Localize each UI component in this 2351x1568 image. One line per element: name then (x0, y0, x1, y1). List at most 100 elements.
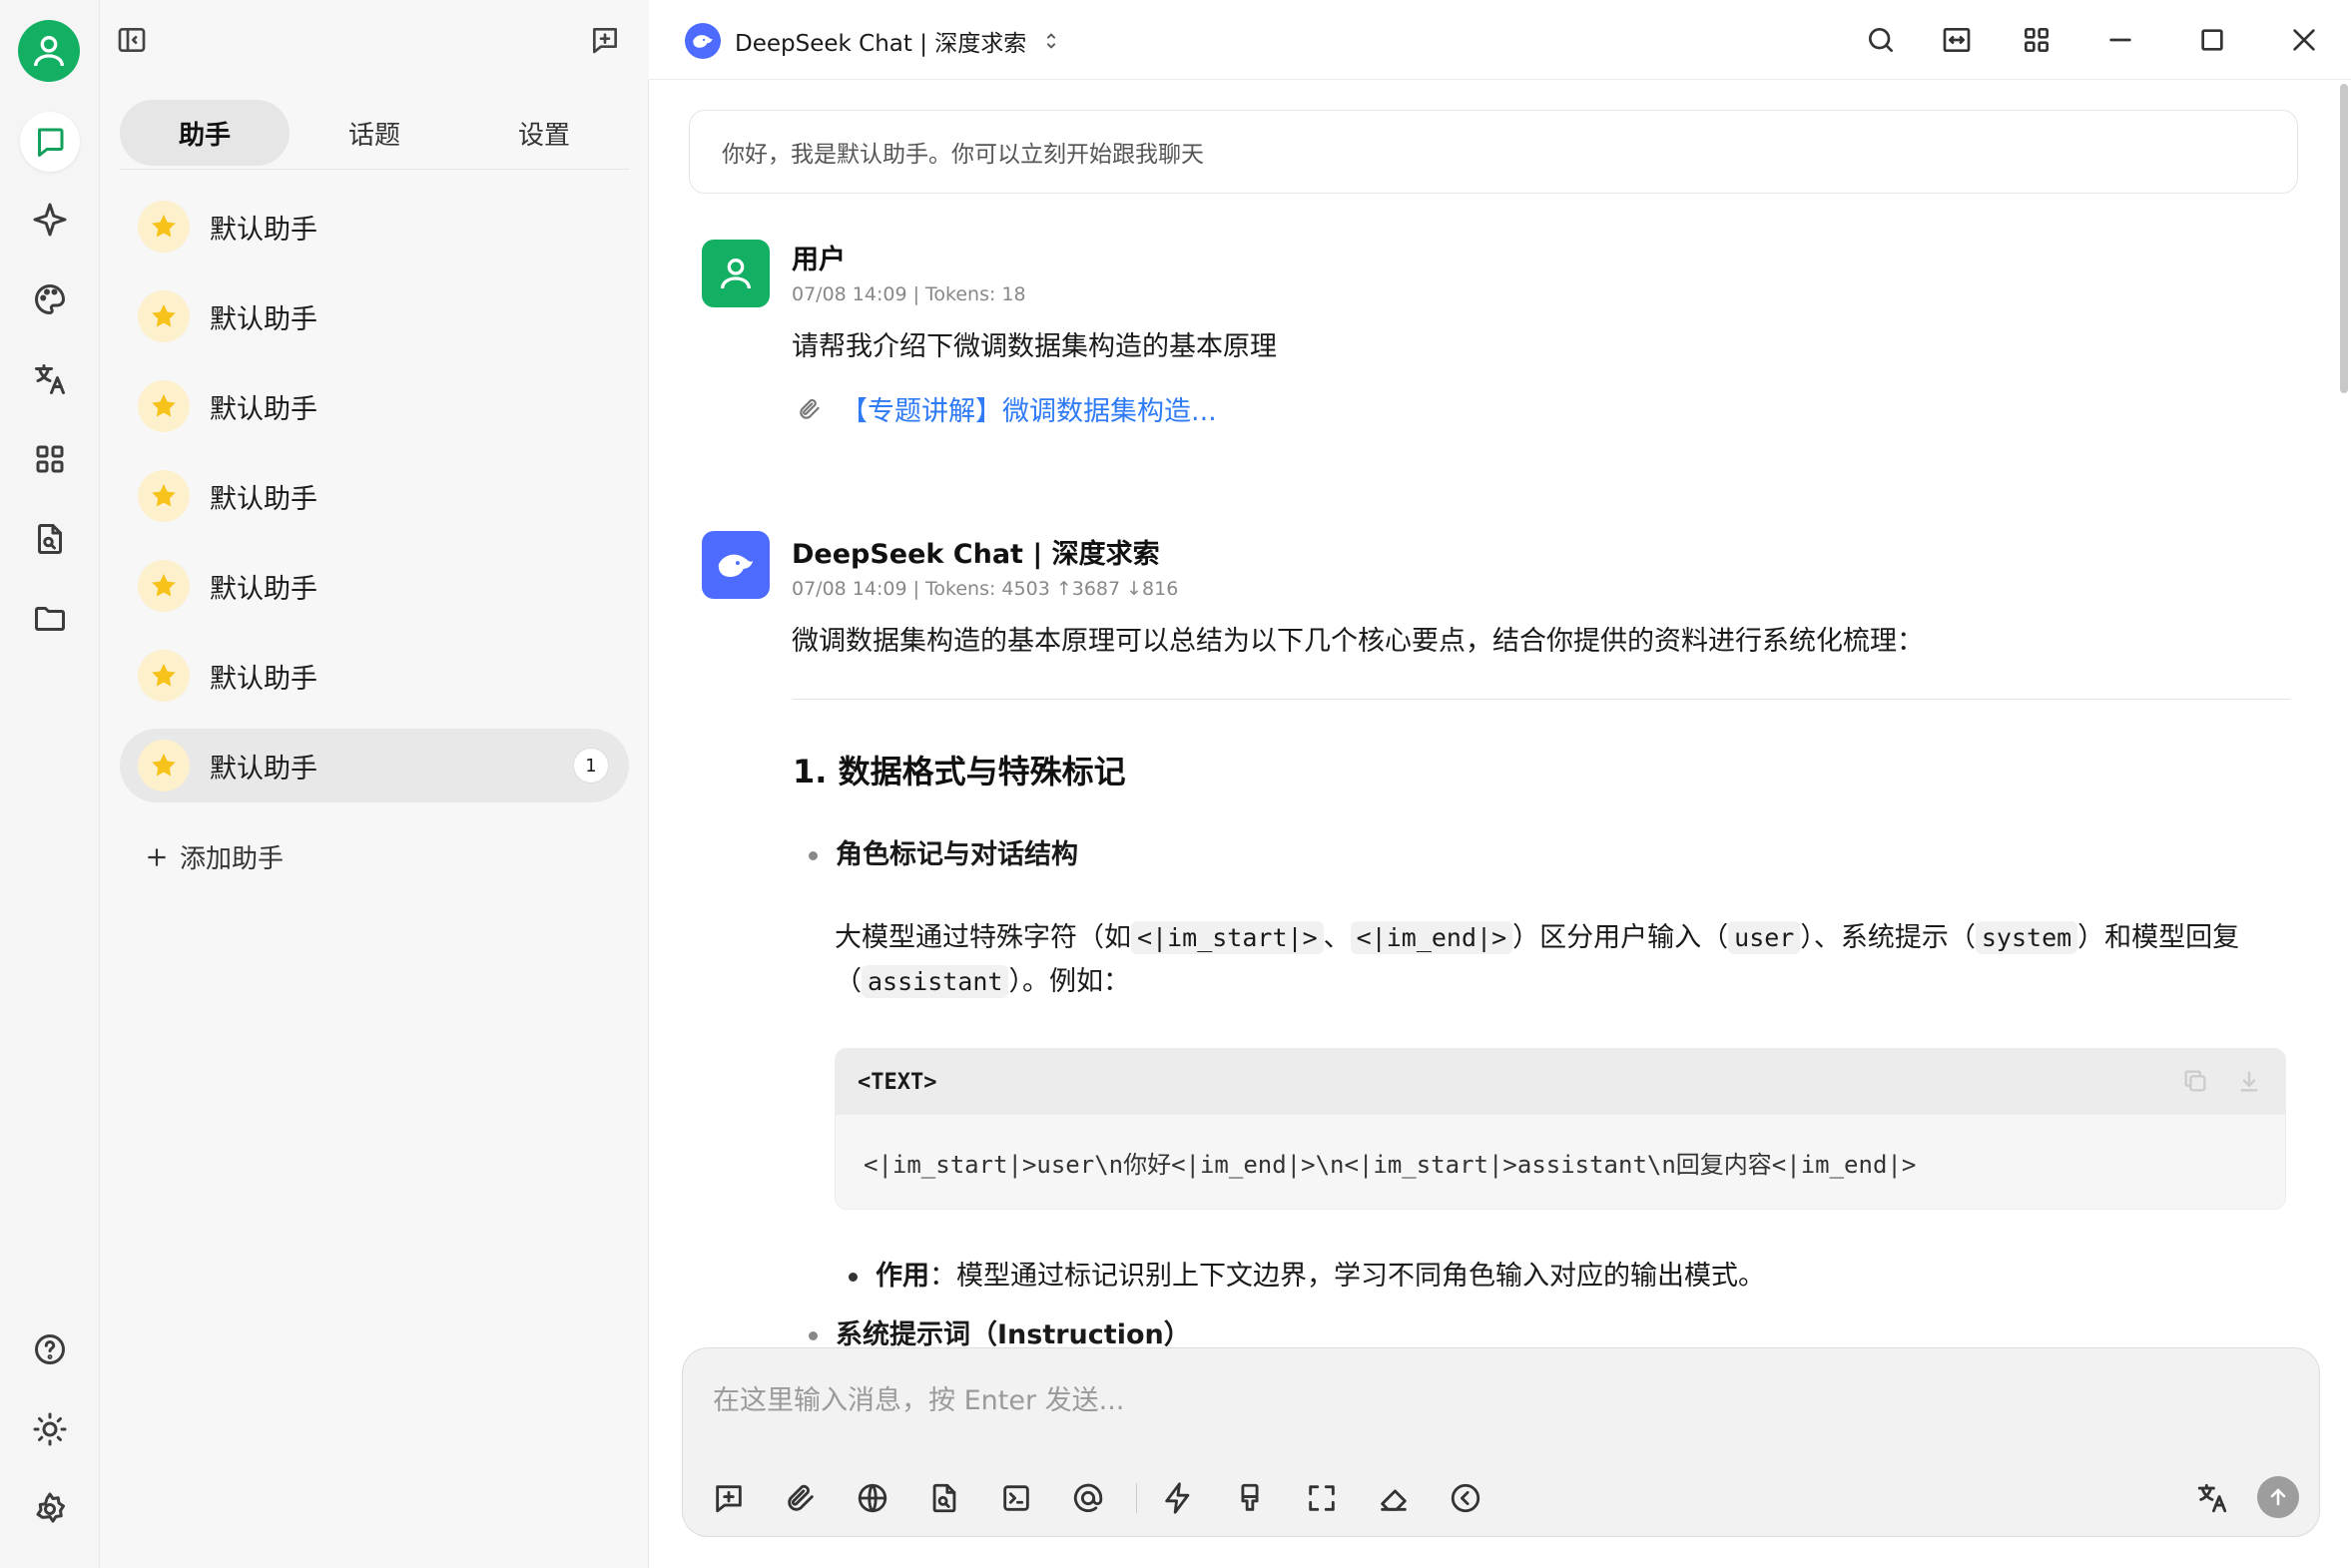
user-avatar[interactable] (18, 20, 80, 82)
prompt-tool[interactable] (996, 1478, 1036, 1518)
translate-tool[interactable] (2192, 1478, 2232, 1518)
folder-icon (35, 607, 65, 631)
tab-topics[interactable]: 话题 (290, 100, 459, 166)
para-text: ）区分用户输入（ (1512, 922, 1729, 953)
chat-nav-button[interactable] (20, 112, 80, 172)
translate-icon (35, 364, 65, 394)
minimize-button[interactable] (2100, 20, 2140, 60)
send-button[interactable] (2257, 1476, 2299, 1518)
explanation-paragraph: 大模型通过特殊字符（如 <|im_start|>、 <|im_end|> ）区分用户输… (835, 916, 2272, 1004)
message-composer[interactable]: 在这里输入消息，按 Enter 发送... (682, 1347, 2320, 1537)
close-button[interactable] (2284, 20, 2324, 60)
web-search-tool[interactable] (853, 1478, 892, 1518)
attach-tool[interactable] (781, 1478, 821, 1518)
model-selector[interactable]: DeepSeek Chat | 深度求索 (685, 22, 1062, 60)
assistant-item[interactable]: 默认助手 (120, 190, 629, 263)
apps-button[interactable] (2017, 20, 2057, 60)
assistant-item-active[interactable]: 默认助手 1 (120, 729, 629, 802)
palette-icon (35, 284, 65, 314)
settings-button[interactable] (20, 1479, 80, 1539)
translate-nav-button[interactable] (20, 349, 80, 409)
tab-settings[interactable]: 设置 (459, 100, 629, 166)
paperclip-icon (800, 398, 820, 419)
inline-code: assistant (862, 965, 1009, 998)
file-search-nav-button[interactable] (20, 509, 80, 569)
fullscreen-tool[interactable] (1302, 1478, 1342, 1518)
sidebar-collapse-icon (118, 28, 146, 52)
copy-icon[interactable] (2181, 1067, 2209, 1095)
assistant-avatar (138, 740, 190, 791)
help-button[interactable] (20, 1319, 80, 1379)
new-topic-tool[interactable] (709, 1478, 749, 1518)
mention-tool[interactable] (1068, 1478, 1108, 1518)
bot-message-meta: 07/08 14:09 | Tokens: 4503 ↑3687 ↓816 (792, 578, 1179, 600)
assistant-label: 默认助手 (210, 663, 317, 695)
bullet-text: 角色标记与对话结构 (836, 839, 1078, 870)
message-input[interactable]: 在这里输入消息，按 Enter 发送... (713, 1378, 1124, 1417)
bullet-dot (809, 851, 818, 860)
quick-phrase-tool[interactable] (1158, 1478, 1198, 1518)
icon-rail (0, 0, 100, 1568)
assistant-label: 默认助手 (210, 753, 317, 784)
sparkle-icon (33, 203, 67, 237)
assistant-item[interactable]: 默认助手 (120, 639, 629, 713)
narrow-mode-button[interactable] (1937, 20, 1977, 60)
folder-nav-button[interactable] (20, 589, 80, 649)
translate-icon (2197, 1483, 2227, 1513)
paperclip-icon (788, 1484, 814, 1511)
search-button[interactable] (1861, 20, 1901, 60)
whale-icon (693, 35, 713, 48)
clear-context-tool[interactable] (1374, 1478, 1414, 1518)
assistant-item[interactable]: 默认助手 (120, 459, 629, 533)
inline-code: <|im_end|> (1350, 921, 1513, 954)
model-name: DeepSeek Chat | 深度求索 (735, 31, 1027, 57)
collapse-tool[interactable] (1446, 1478, 1485, 1518)
bot-message-name: DeepSeek Chat | 深度求索 (792, 539, 1160, 570)
add-assistant-label: 添加助手 (180, 844, 285, 874)
code-content: <|im_start|>user\n你好<|im_end|>\n<|im_sta… (864, 1151, 1917, 1179)
sidebar-toolbar (100, 0, 649, 80)
assistant-avatar (138, 470, 190, 522)
maximize-button[interactable] (2192, 20, 2232, 60)
chat-panel: 你好，我是默认助手。你可以立刻开始跟我聊天 用户 07/08 14:09 | T… (649, 80, 2336, 1347)
attachment-label: 【专题讲解】微调数据集构造... (841, 396, 1217, 427)
tab-assistants[interactable]: 助手 (120, 100, 290, 166)
assistant-list: 默认助手 默认助手 默认助手 默认助手 默认助手 默认助手 默认助手 1 (120, 190, 629, 818)
assistant-label: 默认助手 (210, 573, 317, 605)
assistant-item[interactable]: 默认助手 (120, 279, 629, 353)
sub-bullet-item: 作用：模型通过标记识别上下文边界，学习不同角色输入对应的输出模式。 (849, 1254, 1765, 1293)
bullet-item: 角色标记与对话结构 (809, 832, 1078, 871)
star-icon (152, 215, 176, 238)
search-icon (1869, 28, 1893, 52)
assistant-item[interactable]: 默认助手 (120, 369, 629, 443)
knowledge-tool[interactable] (924, 1478, 964, 1518)
sub-bullet-text: ：模型通过标记识别上下文边界，学习不同角色输入对应的输出模式。 (929, 1261, 1765, 1292)
file-search-icon (38, 524, 62, 554)
para-text: 大模型通过特殊字符（如 (835, 922, 1131, 953)
assistant-label: 默认助手 (210, 214, 317, 246)
assistant-label: 默认助手 (210, 393, 317, 425)
clear-format-tool[interactable] (1230, 1478, 1270, 1518)
scrollbar-thumb[interactable] (2340, 84, 2348, 393)
star-icon (152, 574, 176, 597)
new-topic-button[interactable] (585, 20, 625, 60)
theme-button[interactable] (20, 1399, 80, 1459)
lightning-icon (1165, 1482, 1190, 1514)
chat-scrollbar[interactable] (2336, 80, 2351, 1347)
palette-nav-button[interactable] (20, 269, 80, 329)
add-assistant-button[interactable]: 添加助手 (144, 838, 284, 875)
file-search-icon (932, 1483, 956, 1513)
assistant-item[interactable]: 默认助手 (120, 549, 629, 623)
sparkle-nav-button[interactable] (20, 190, 80, 250)
apps-nav-button[interactable] (20, 429, 80, 489)
attachment-link[interactable]: 【专题讲解】微调数据集构造... (797, 389, 1217, 428)
eraser-icon (1381, 1489, 1407, 1511)
assistant-prompt[interactable]: 你好，我是默认助手。你可以立刻开始跟我聊天 (689, 110, 2298, 194)
assistant-label: 默认助手 (210, 303, 317, 335)
toggle-sidebar-button[interactable] (112, 20, 152, 60)
chat-icon (38, 128, 64, 157)
topic-count-badge: 1 (573, 748, 609, 784)
download-icon[interactable] (2235, 1067, 2263, 1095)
user-message-name: 用户 (792, 245, 846, 275)
brush-icon (1241, 1483, 1259, 1511)
